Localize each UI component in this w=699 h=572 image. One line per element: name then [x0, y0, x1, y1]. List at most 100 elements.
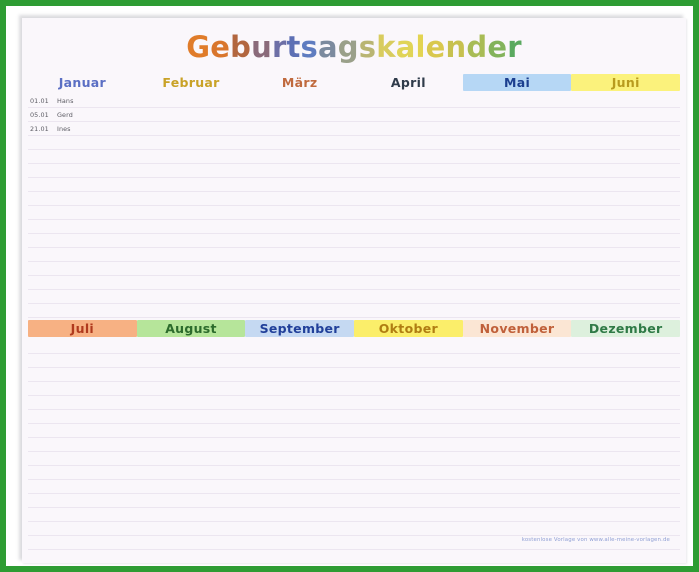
entry-row[interactable]: [571, 192, 681, 206]
entry-row[interactable]: [462, 410, 572, 424]
entry-row[interactable]: [245, 452, 355, 466]
entry-row[interactable]: [462, 192, 572, 206]
entry-row[interactable]: [28, 494, 137, 508]
entry-row[interactable]: [245, 290, 355, 304]
entry-row[interactable]: [462, 136, 572, 150]
entry-row[interactable]: [136, 410, 246, 424]
entry-row[interactable]: [462, 206, 572, 220]
entry-row[interactable]: [462, 494, 572, 508]
entry-row[interactable]: [571, 150, 681, 164]
entry-row[interactable]: [245, 150, 355, 164]
entry-row[interactable]: [354, 220, 463, 234]
entry-row[interactable]: [571, 234, 681, 248]
entry-row[interactable]: [462, 234, 572, 248]
entry-row[interactable]: [136, 438, 246, 452]
month-header-mai[interactable]: Mai: [462, 74, 572, 91]
entry-row[interactable]: [136, 136, 246, 150]
entry-row[interactable]: [462, 262, 572, 276]
entry-row[interactable]: [136, 234, 246, 248]
entry-row[interactable]: [571, 466, 681, 480]
entry-row[interactable]: [571, 354, 681, 368]
month-header-juni[interactable]: Juni: [571, 74, 681, 91]
entry-row[interactable]: [571, 508, 681, 522]
entry-row[interactable]: [136, 290, 246, 304]
entry-row[interactable]: [245, 248, 355, 262]
entry-row[interactable]: [354, 150, 463, 164]
entry-row[interactable]: [354, 494, 463, 508]
entry-row[interactable]: [245, 340, 355, 354]
entry-row[interactable]: [28, 248, 137, 262]
entry-row[interactable]: [245, 480, 355, 494]
entry-row[interactable]: [571, 262, 681, 276]
entry-row[interactable]: [462, 508, 572, 522]
entry-row[interactable]: [28, 480, 137, 494]
entry-row[interactable]: [571, 410, 681, 424]
entry-row[interactable]: [28, 192, 137, 206]
entry-row[interactable]: [571, 550, 680, 563]
entry-row[interactable]: [462, 248, 572, 262]
entry-row[interactable]: [136, 340, 246, 354]
entry-row[interactable]: [571, 368, 681, 382]
entry-row[interactable]: [354, 410, 463, 424]
month-header-juli[interactable]: Juli: [28, 320, 137, 337]
entry-row[interactable]: [28, 150, 137, 164]
entry-row[interactable]: [462, 438, 572, 452]
entry-row[interactable]: [571, 396, 681, 410]
entry-row[interactable]: [28, 438, 137, 452]
entry-row[interactable]: [28, 262, 137, 276]
entry-row[interactable]: [245, 424, 355, 438]
entry-row[interactable]: [136, 262, 246, 276]
month-header-november[interactable]: November: [462, 320, 572, 337]
entry-row[interactable]: [354, 108, 463, 122]
entry-row[interactable]: [136, 192, 246, 206]
entry-row[interactable]: [136, 452, 246, 466]
entry-row[interactable]: [354, 396, 463, 410]
entry-row[interactable]: [28, 508, 137, 522]
entry-row[interactable]: [462, 164, 572, 178]
entry-row[interactable]: [245, 522, 355, 536]
entry-row[interactable]: [354, 262, 463, 276]
footer-credit-link[interactable]: kostenlose Vorlage von www.alle-meine-vo…: [522, 537, 670, 543]
entry-row[interactable]: [245, 192, 355, 206]
entry-row[interactable]: [136, 508, 246, 522]
entry-row[interactable]: [354, 452, 463, 466]
entry-row[interactable]: [245, 122, 355, 136]
entry-row[interactable]: [245, 508, 355, 522]
entry-row[interactable]: [354, 248, 463, 262]
entry-row[interactable]: [571, 248, 681, 262]
entry-row[interactable]: [571, 220, 681, 234]
entry-row[interactable]: [571, 122, 681, 136]
entry-row[interactable]: [571, 382, 681, 396]
entry-row[interactable]: [462, 382, 572, 396]
entry-row[interactable]: [136, 382, 246, 396]
entry-row[interactable]: [354, 480, 463, 494]
entry-row[interactable]: [354, 94, 463, 108]
entry-row[interactable]: [245, 206, 355, 220]
entry-row[interactable]: [354, 368, 463, 382]
entry-row[interactable]: [462, 178, 572, 192]
entry-row[interactable]: [136, 94, 246, 108]
entry-row[interactable]: [28, 220, 137, 234]
entry-row[interactable]: [136, 424, 246, 438]
entry-row[interactable]: [462, 108, 572, 122]
entry-row[interactable]: [354, 164, 463, 178]
entry-row[interactable]: [462, 368, 572, 382]
entry-row[interactable]: [28, 452, 137, 466]
entry-row[interactable]: [354, 276, 463, 290]
month-header-august[interactable]: August: [136, 320, 246, 337]
entry-row[interactable]: [245, 220, 355, 234]
entry-row[interactable]: [462, 304, 572, 318]
entry-row[interactable]: [28, 340, 137, 354]
entry-row[interactable]: [245, 494, 355, 508]
entry-row[interactable]: [462, 522, 572, 536]
entry-row[interactable]: [571, 480, 681, 494]
entry-row[interactable]: [137, 550, 246, 563]
entry-row[interactable]: [28, 276, 137, 290]
entry-row[interactable]: [462, 340, 572, 354]
entry-row[interactable]: [354, 122, 463, 136]
entry-row[interactable]: [136, 480, 246, 494]
entry-row[interactable]: [136, 206, 246, 220]
entry-row[interactable]: [136, 150, 246, 164]
entry-row[interactable]: [28, 536, 137, 550]
entry-row[interactable]: [245, 304, 355, 318]
